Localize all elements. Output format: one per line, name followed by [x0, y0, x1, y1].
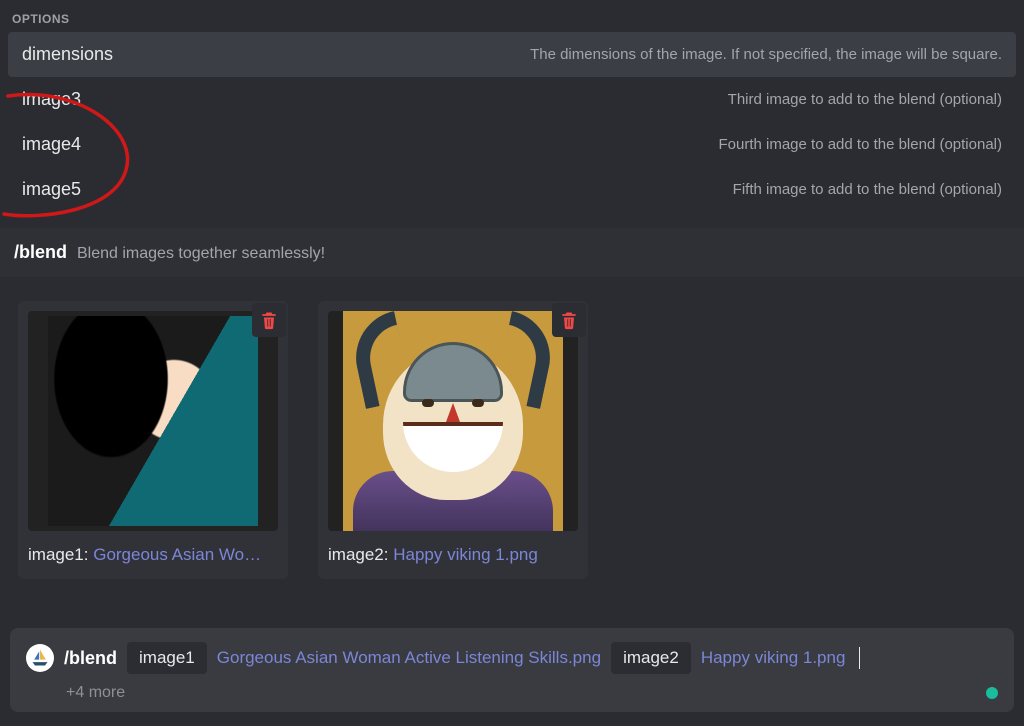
slash-command: /blend [64, 648, 117, 669]
attachment-card-image1[interactable]: image1: Gorgeous Asian Wo… [18, 301, 288, 579]
attachment-thumbnail [28, 311, 278, 531]
attachment-filename: Happy viking 1.png [393, 545, 538, 564]
option-name: image4 [22, 134, 81, 155]
option-name: image3 [22, 89, 81, 110]
options-header: OPTIONS [0, 0, 1024, 32]
command-description: Blend images together seamlessly! [77, 245, 325, 263]
param-chip-image1[interactable]: image1 [127, 642, 207, 674]
option-image4[interactable]: image4 Fourth image to add to the blend … [8, 122, 1016, 167]
option-desc: Fourth image to add to the blend (option… [718, 136, 1002, 153]
option-name: dimensions [22, 44, 113, 65]
trash-icon [559, 309, 579, 331]
attachment-filename: Gorgeous Asian Wo… [93, 545, 261, 564]
option-desc: The dimensions of the image. If not spec… [530, 46, 1002, 63]
command-header: /blend Blend images together seamlessly! [0, 228, 1024, 277]
sailboat-icon [30, 648, 50, 668]
bot-avatar [26, 644, 54, 672]
param-value-image1[interactable]: Gorgeous Asian Woman Active Listening Sk… [217, 648, 601, 668]
delete-attachment-button[interactable] [552, 303, 586, 337]
option-dimensions[interactable]: dimensions The dimensions of the image. … [8, 32, 1016, 77]
delete-attachment-button[interactable] [252, 303, 286, 337]
command-input-bar[interactable]: /blend image1 Gorgeous Asian Woman Activ… [10, 628, 1014, 712]
option-desc: Third image to add to the blend (optiona… [728, 91, 1002, 108]
attachment-card-image2[interactable]: image2: Happy viking 1.png [318, 301, 588, 579]
status-indicator-icon [986, 687, 998, 699]
attachment-thumbnail [328, 311, 578, 531]
options-list: dimensions The dimensions of the image. … [0, 32, 1024, 212]
trash-icon [259, 309, 279, 331]
option-desc: Fifth image to add to the blend (optiona… [733, 181, 1002, 198]
attachment-label: image2: Happy viking 1.png [328, 545, 578, 565]
option-image3[interactable]: image3 Third image to add to the blend (… [8, 77, 1016, 122]
command-name: /blend [14, 242, 67, 263]
attachment-key: image2: [328, 545, 393, 564]
more-options-hint[interactable]: +4 more [26, 684, 125, 702]
attachment-label: image1: Gorgeous Asian Wo… [28, 545, 278, 565]
attachment-key: image1: [28, 545, 93, 564]
option-image5[interactable]: image5 Fifth image to add to the blend (… [8, 167, 1016, 212]
param-chip-image2[interactable]: image2 [611, 642, 691, 674]
param-value-image2[interactable]: Happy viking 1.png [701, 648, 846, 668]
attachments-row: image1: Gorgeous Asian Wo… image2: Happy… [0, 277, 1024, 603]
text-caret [859, 647, 860, 669]
option-name: image5 [22, 179, 81, 200]
